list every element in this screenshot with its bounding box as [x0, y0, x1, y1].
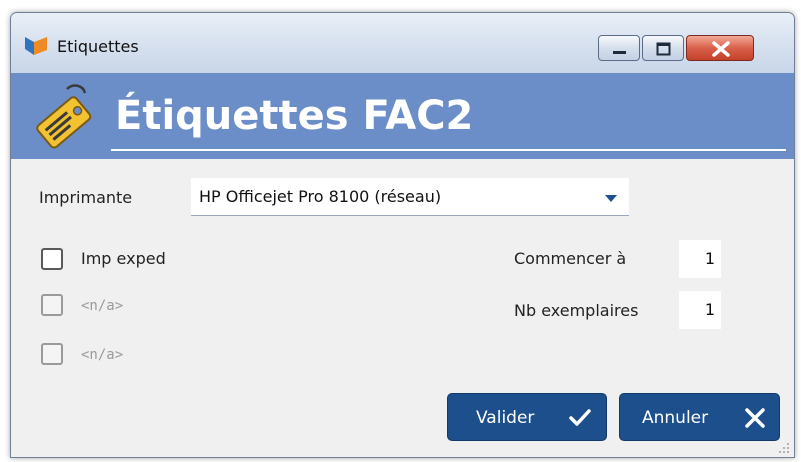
- dropdown-arrow-icon[interactable]: [603, 192, 619, 204]
- dialog-header: Étiquettes FAC2: [11, 73, 794, 159]
- checkmark-icon: [569, 409, 591, 426]
- copies-value: 1: [704, 300, 715, 319]
- cancel-button[interactable]: Annuler: [619, 393, 780, 441]
- title-bar[interactable]: Etiquettes: [11, 13, 794, 73]
- minimize-icon: [613, 51, 626, 54]
- option-3-label: <n/a>: [81, 347, 124, 363]
- dialog-heading: Étiquettes FAC2: [115, 93, 474, 139]
- close-icon: [745, 408, 765, 428]
- start-at-label: Commencer à: [514, 249, 627, 268]
- price-tag-icon: [36, 84, 92, 149]
- window-title: Etiquettes: [57, 37, 139, 56]
- start-at-input[interactable]: 1: [679, 240, 721, 278]
- imp-exped-label: Imp exped: [81, 249, 166, 268]
- option-2-label: <n/a>: [81, 298, 124, 314]
- option-3-checkbox[interactable]: [41, 343, 63, 365]
- validate-button[interactable]: Valider: [447, 393, 607, 441]
- option-2-checkbox[interactable]: [41, 294, 63, 316]
- maximize-button[interactable]: [642, 35, 684, 61]
- close-icon: [712, 41, 730, 57]
- printer-select[interactable]: HP Officejet Pro 8100 (réseau): [191, 178, 629, 216]
- resize-grip-icon[interactable]: [777, 441, 791, 455]
- imp-exped-checkbox[interactable]: [41, 248, 63, 270]
- app-logo-icon: [25, 37, 47, 55]
- heading-underline: [111, 149, 786, 151]
- start-at-value: 1: [704, 249, 715, 268]
- copies-label: Nb exemplaires: [514, 301, 639, 320]
- minimize-button[interactable]: [598, 35, 640, 61]
- cancel-button-label: Annuler: [642, 408, 709, 428]
- validate-button-label: Valider: [476, 408, 535, 428]
- dialog-window: Etiquettes Étiquettes FAC2 Imprimante HP…: [10, 12, 795, 458]
- maximize-icon: [656, 42, 671, 56]
- copies-input[interactable]: 1: [679, 291, 721, 329]
- close-window-button[interactable]: [686, 35, 754, 61]
- printer-select-value: HP Officejet Pro 8100 (réseau): [199, 187, 442, 206]
- printer-label: Imprimante: [39, 188, 133, 207]
